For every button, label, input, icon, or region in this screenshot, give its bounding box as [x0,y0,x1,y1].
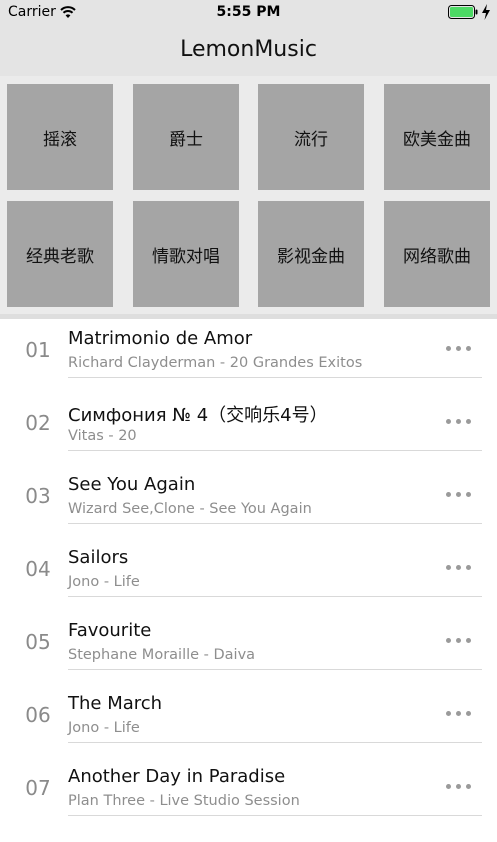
category-tile-internet-songs[interactable]: 网络歌曲 [384,201,490,307]
track-number: 01 [25,338,51,362]
more-dots-icon[interactable] [446,419,474,425]
status-bar: Carrier 5:55 PM [0,0,497,26]
row-separator [68,669,482,670]
category-tile-classic-oldies[interactable]: 经典老歌 [7,201,113,307]
battery-icon [448,5,478,19]
song-subtitle: Stephane Moraille - Daiva [68,647,256,663]
more-dots-icon[interactable] [446,638,474,644]
song-title: Matrimonio de Amor [68,328,253,349]
track-number: 02 [25,411,51,435]
track-number: 03 [25,484,51,508]
more-dots-icon[interactable] [446,565,474,571]
song-title: Симфония № 4（交响乐4号） [68,405,328,426]
more-dots-icon[interactable] [446,784,474,790]
more-dots-icon[interactable] [446,711,474,717]
song-row[interactable]: 04 Sailors Jono - Life [0,538,497,611]
charging-bolt-icon [482,4,490,20]
category-tile-jazz[interactable]: 爵士 [133,84,239,190]
song-row[interactable]: 06 The March Jono - Life [0,684,497,757]
song-title: The March [68,693,163,714]
more-dots-icon[interactable] [446,346,474,352]
row-separator [68,815,482,816]
row-separator [68,377,482,378]
category-grid: 摇滚 爵士 流行 欧美金曲 经典老歌 情歌对唱 影视金曲 网络歌曲 [0,76,497,316]
page-title: LemonMusic [180,37,317,62]
song-row[interactable]: 07 Another Day in Paradise Plan Three - … [0,757,497,830]
category-tile-western-hits[interactable]: 欧美金曲 [384,84,490,190]
status-time: 5:55 PM [216,4,281,20]
song-row[interactable]: 01 Matrimonio de Amor Richard Clayderman… [0,319,497,392]
track-number: 05 [25,630,51,654]
song-subtitle: Plan Three - Live Studio Session [68,793,300,809]
song-row[interactable]: 02 Симфония № 4（交响乐4号） Vitas - 20 [0,392,497,465]
song-title: Another Day in Paradise [68,766,286,787]
category-tile-film-tv-hits[interactable]: 影视金曲 [258,201,364,307]
song-subtitle: Wizard See,Clone - See You Again [68,501,312,517]
row-separator [68,742,482,743]
track-number: 07 [25,776,51,800]
song-title: See You Again [68,474,196,495]
category-tile-love-duets[interactable]: 情歌对唱 [133,201,239,307]
row-separator [68,450,482,451]
track-number: 06 [25,703,51,727]
category-tile-rock[interactable]: 摇滚 [7,84,113,190]
more-dots-icon[interactable] [446,492,474,498]
song-subtitle: Richard Clayderman - 20 Grandes Exitos [68,355,363,371]
category-tile-pop[interactable]: 流行 [258,84,364,190]
song-row[interactable]: 03 See You Again Wizard See,Clone - See … [0,465,497,538]
song-subtitle: Jono - Life [68,574,140,590]
song-subtitle: Jono - Life [68,720,140,736]
song-title: Favourite [68,620,152,641]
song-title: Sailors [68,547,129,568]
row-separator [68,596,482,597]
song-subtitle: Vitas - 20 [68,428,137,444]
nav-bar: LemonMusic [0,26,497,76]
song-row[interactable]: 05 Favourite Stephane Moraille - Daiva [0,611,497,684]
row-separator [68,523,482,524]
track-number: 04 [25,557,51,581]
